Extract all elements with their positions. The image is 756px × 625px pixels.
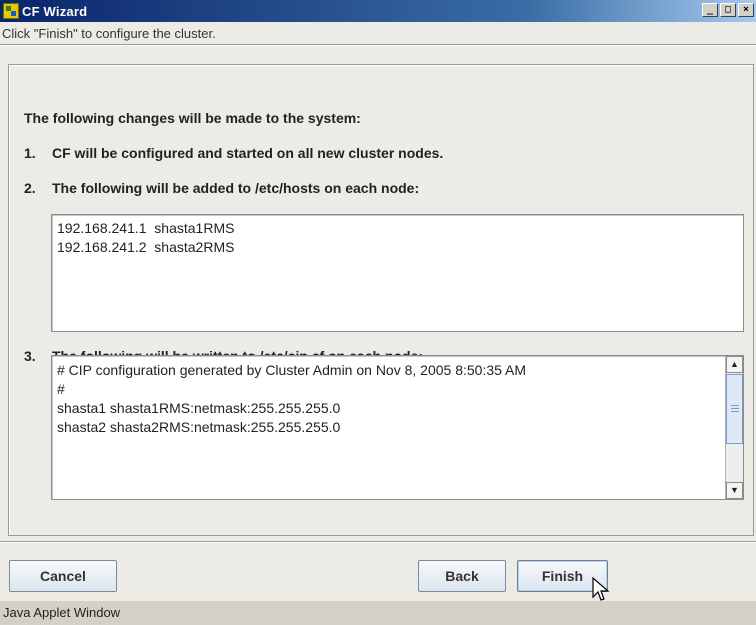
step-number: 2. [24,180,36,196]
footer-divider [0,541,756,543]
status-bar: Java Applet Window [0,601,756,625]
mouse-pointer-icon [592,577,610,601]
step-number: 1. [24,145,36,161]
changes-heading: The following changes will be made to th… [24,110,361,126]
back-button[interactable]: Back [418,560,506,592]
cip-line: # CIP configuration generated by Cluster… [57,362,527,378]
cf-wizard-app-icon [3,3,19,19]
cip-line: shasta2 shasta2RMS:netmask:255.255.255.0 [57,419,341,435]
window-title: CF Wizard [22,3,88,19]
cip-line: # [57,381,65,397]
step-number: 3. [24,348,36,364]
cip-textarea[interactable]: # CIP configuration generated by Cluster… [51,355,744,500]
instruction-text: Click "Finish" to configure the cluster. [2,26,216,41]
step-2: 2. The following will be added to /etc/ho… [24,180,419,196]
scroll-down-arrow-icon[interactable]: ▼ [726,482,743,499]
hosts-line: 192.168.241.2 shasta2RMS [57,239,235,255]
scroll-thumb[interactable] [726,374,743,444]
hosts-textarea[interactable]: 192.168.241.1 shasta1RMS 192.168.241.2 s… [51,214,744,332]
step-1: 1. CF will be configured and started on a… [24,145,443,161]
cancel-button[interactable]: Cancel [9,560,117,592]
maximize-button[interactable]: □ [720,3,736,17]
step-text: The following will be added to /etc/host… [52,180,420,196]
vertical-scrollbar[interactable]: ▲ ▼ [725,356,743,499]
cip-line: shasta1 shasta1RMS:netmask:255.255.255.0 [57,400,341,416]
window-titlebar[interactable]: CF Wizard _ □ × [0,0,756,22]
header-divider [0,44,756,46]
scroll-up-arrow-icon[interactable]: ▲ [726,356,743,373]
close-button[interactable]: × [738,3,754,17]
minimize-button[interactable]: _ [702,3,718,17]
hosts-line: 192.168.241.1 shasta1RMS [57,220,235,236]
window-controls: _ □ × [700,3,754,17]
step-text: CF will be configured and started on all… [52,145,444,161]
